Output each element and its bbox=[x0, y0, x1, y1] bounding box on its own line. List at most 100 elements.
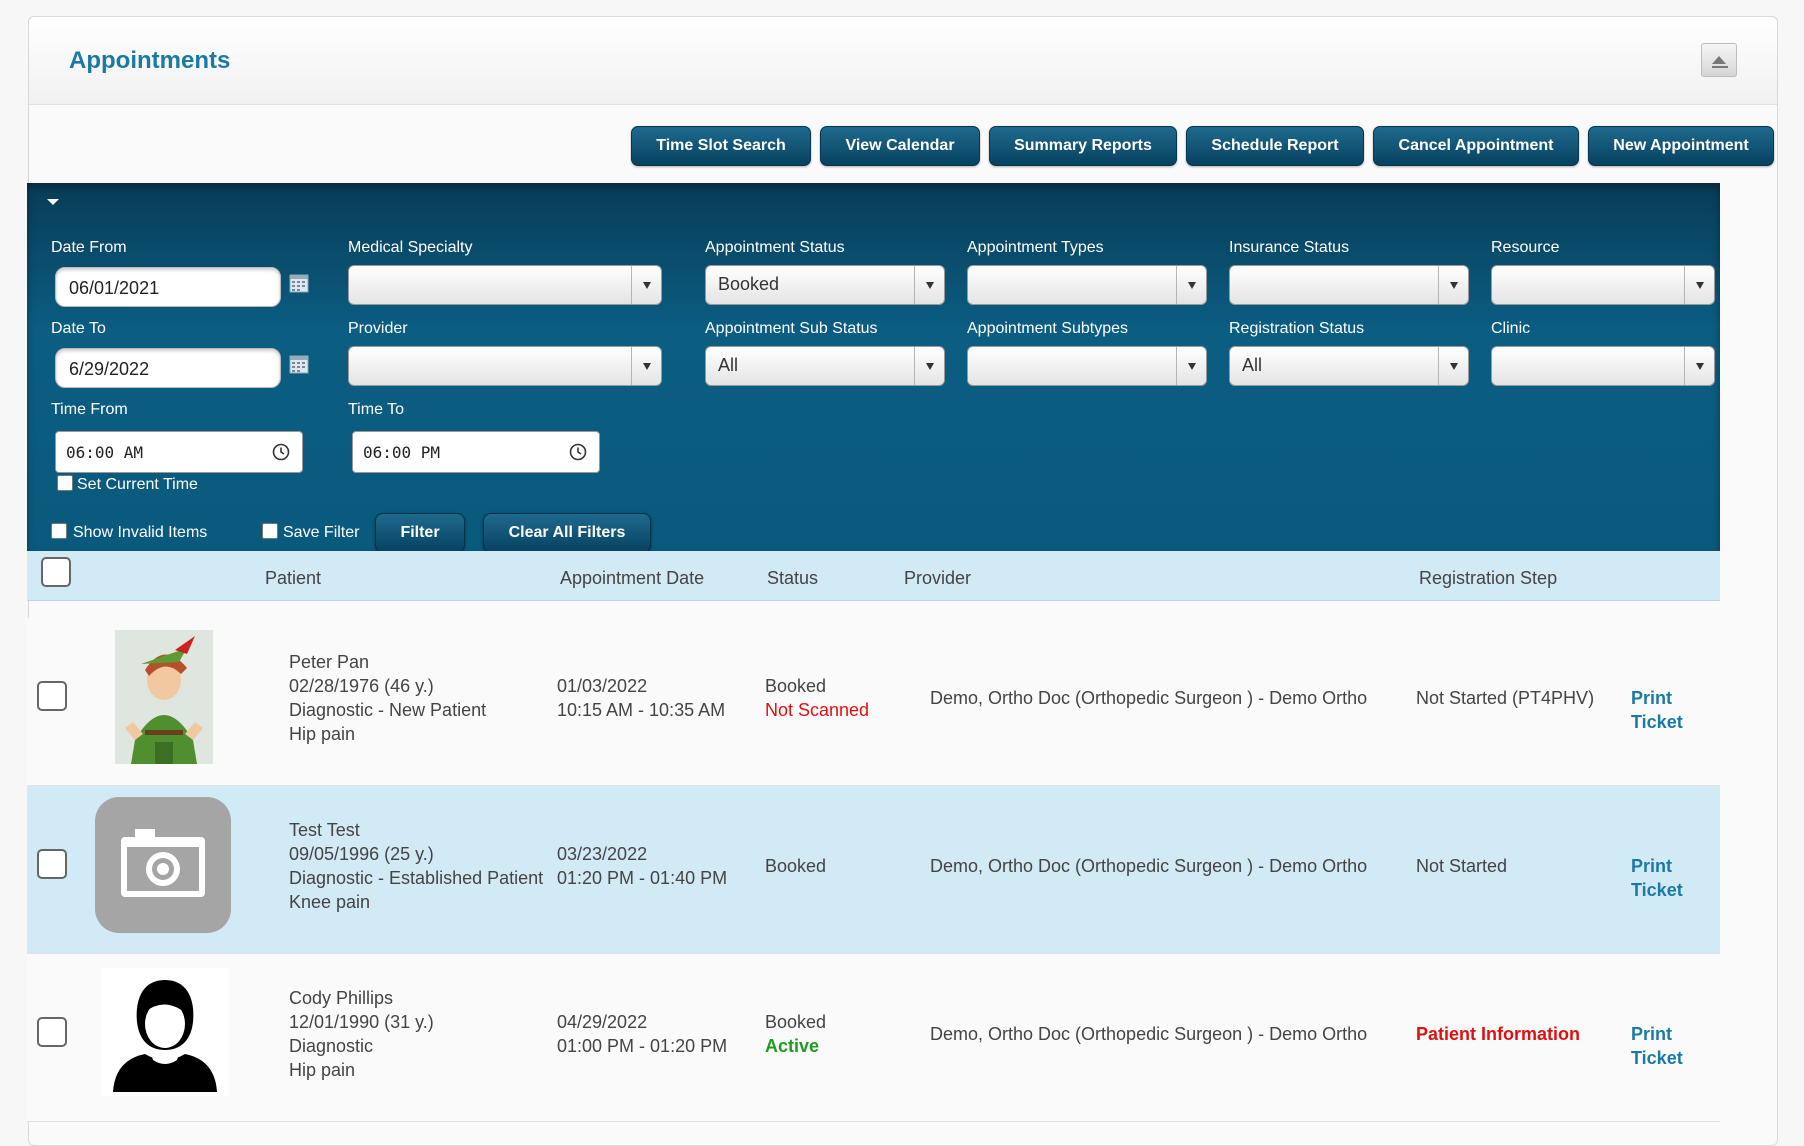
header-appointment-date[interactable]: Appointment Date bbox=[560, 568, 704, 589]
sub-status: Active bbox=[765, 1036, 820, 1056]
print-ticket-link[interactable]: Print Ticket bbox=[1631, 854, 1720, 902]
patient-info: Cody Phillips 12/01/1990 (31 y.) Diagnos… bbox=[289, 986, 434, 1082]
chevron-down-icon bbox=[642, 281, 651, 289]
appointment-sub-status-label: Appointment Sub Status bbox=[705, 320, 878, 337]
insurance-status-select[interactable] bbox=[1229, 265, 1469, 305]
summary-reports-button[interactable]: Summary Reports bbox=[989, 126, 1177, 166]
cancel-appointment-button[interactable]: Cancel Appointment bbox=[1373, 126, 1579, 166]
chevron-down-icon bbox=[1695, 281, 1704, 289]
patient-name[interactable]: Cody Phillips bbox=[289, 986, 434, 1010]
appointment-sub-status-select[interactable]: All bbox=[705, 346, 945, 386]
appointment-status: Booked bbox=[765, 856, 827, 876]
resource-select[interactable] bbox=[1491, 265, 1715, 305]
appointment-status: Booked Not Scanned bbox=[765, 676, 870, 720]
appointment-reason: Hip pain bbox=[289, 724, 356, 744]
appointment-type: Diagnostic bbox=[289, 1036, 374, 1056]
print-ticket-link[interactable]: Print Ticket bbox=[1631, 686, 1720, 734]
panel-header: Appointments bbox=[29, 17, 1777, 105]
table-row[interactable]: Peter Pan 02/28/1976 (46 y.) Diagnostic … bbox=[27, 618, 1720, 786]
time-slot-search-button[interactable]: Time Slot Search bbox=[631, 126, 811, 166]
calendar-icon[interactable] bbox=[289, 354, 309, 374]
header-provider[interactable]: Provider bbox=[904, 568, 971, 589]
grid-header: Patient Appointment Date Status Provider… bbox=[27, 551, 1720, 601]
row-checkbox[interactable] bbox=[37, 681, 67, 711]
date-from-label: Date From bbox=[51, 239, 127, 256]
new-appointment-button[interactable]: New Appointment bbox=[1588, 126, 1774, 166]
row-checkbox[interactable] bbox=[37, 1017, 67, 1047]
registration-status-label: Registration Status bbox=[1229, 320, 1365, 337]
table-row[interactable]: Cody Phillips 12/01/1990 (31 y.) Diagnos… bbox=[27, 954, 1720, 1122]
header-patient[interactable]: Patient bbox=[265, 568, 321, 589]
collapse-button[interactable] bbox=[1701, 43, 1737, 77]
clinic-select[interactable] bbox=[1491, 346, 1715, 386]
set-current-time-checkbox[interactable] bbox=[57, 475, 73, 491]
appointment-subtypes-select[interactable] bbox=[967, 346, 1207, 386]
registration-status-select[interactable]: All bbox=[1229, 346, 1469, 386]
patient-info: Test Test 09/05/1996 (25 y.) Diagnostic … bbox=[289, 818, 543, 914]
patient-photo bbox=[115, 630, 213, 764]
clock-icon[interactable] bbox=[569, 443, 587, 461]
time-to-label: Time To bbox=[348, 401, 405, 418]
chevron-down-icon bbox=[642, 362, 651, 370]
print-ticket-link[interactable]: Print Ticket bbox=[1631, 1022, 1720, 1070]
camera-placeholder-icon bbox=[95, 797, 231, 933]
appointment-datetime: 03/23/2022 01:20 PM - 01:40 PM bbox=[557, 844, 728, 888]
appointment-status-select[interactable]: Booked bbox=[705, 265, 945, 305]
page-title: Appointments bbox=[69, 47, 231, 74]
clinic-label: Clinic bbox=[1491, 320, 1531, 337]
resource-label: Resource bbox=[1491, 239, 1560, 256]
registration-step: Not Started (PT4PHV) bbox=[1416, 688, 1595, 708]
calendar-icon[interactable] bbox=[289, 273, 309, 293]
filter-button[interactable]: Filter bbox=[375, 513, 465, 553]
toolbar: Time Slot Search View Calendar Summary R… bbox=[631, 126, 1774, 166]
save-filter-checkbox[interactable] bbox=[262, 523, 278, 539]
time-from-input[interactable]: 06:00 AM bbox=[55, 431, 303, 473]
table-row[interactable]: Test Test 09/05/1996 (25 y.) Diagnostic … bbox=[27, 786, 1720, 954]
provider-label: Provider bbox=[348, 320, 408, 337]
date-to-input[interactable]: 6/29/2022 bbox=[55, 348, 281, 388]
filter-toggle-icon[interactable] bbox=[47, 199, 59, 205]
appointment-type: Diagnostic - Established Patient bbox=[289, 868, 544, 888]
provider-select[interactable] bbox=[348, 346, 662, 386]
appointment-status: Booked Active bbox=[765, 1012, 827, 1056]
chevron-down-icon bbox=[1695, 362, 1704, 370]
header-registration-step[interactable]: Registration Step bbox=[1419, 568, 1557, 589]
insurance-status-label: Insurance Status bbox=[1229, 239, 1350, 256]
schedule-report-button[interactable]: Schedule Report bbox=[1186, 126, 1364, 166]
provider-name: Demo, Ortho Doc (Orthopedic Surgeon ) - … bbox=[930, 1024, 1368, 1044]
appointment-reason: Hip pain bbox=[289, 1060, 356, 1080]
chevron-down-icon bbox=[1187, 281, 1196, 289]
view-calendar-button[interactable]: View Calendar bbox=[820, 126, 980, 166]
appointment-datetime: 04/29/2022 01:00 PM - 01:20 PM bbox=[557, 1012, 728, 1056]
save-filter-label: Save Filter bbox=[283, 524, 360, 541]
collapse-up-icon bbox=[1712, 56, 1726, 64]
provider-name: Demo, Ortho Doc (Orthopedic Surgeon ) - … bbox=[930, 688, 1368, 708]
chevron-down-icon bbox=[1449, 362, 1458, 370]
time-from-label: Time From bbox=[51, 401, 128, 418]
medical-specialty-select[interactable] bbox=[348, 265, 662, 305]
date-from-input[interactable]: 06/01/2021 bbox=[55, 267, 281, 307]
patient-dob: 09/05/1996 (25 y.) bbox=[289, 844, 434, 864]
person-placeholder-icon bbox=[101, 968, 229, 1096]
header-status[interactable]: Status bbox=[767, 568, 818, 589]
row-checkbox[interactable] bbox=[37, 849, 67, 879]
clock-icon[interactable] bbox=[272, 443, 290, 461]
patient-name[interactable]: Test Test bbox=[289, 818, 543, 842]
registration-step[interactable]: Patient Information bbox=[1416, 1022, 1580, 1046]
time-to-input[interactable]: 06:00 PM bbox=[352, 431, 600, 473]
select-all-checkbox[interactable] bbox=[41, 557, 71, 587]
clear-all-filters-button[interactable]: Clear All Filters bbox=[483, 513, 651, 553]
appointment-reason: Knee pain bbox=[289, 892, 371, 912]
chevron-down-icon bbox=[1449, 281, 1458, 289]
registration-step: Not Started bbox=[1416, 856, 1508, 876]
appointment-types-select[interactable] bbox=[967, 265, 1207, 305]
provider-name: Demo, Ortho Doc (Orthopedic Surgeon ) - … bbox=[930, 856, 1368, 876]
filter-panel: Date From 06/01/2021 Date To 6/29/2022 T… bbox=[27, 183, 1720, 553]
show-invalid-checkbox[interactable] bbox=[51, 523, 67, 539]
chevron-down-icon bbox=[925, 281, 934, 289]
show-invalid-label: Show Invalid Items bbox=[73, 524, 208, 541]
appointment-types-label: Appointment Types bbox=[967, 239, 1104, 256]
date-to-label: Date To bbox=[51, 320, 106, 337]
patient-name[interactable]: Peter Pan bbox=[289, 650, 486, 674]
sub-status: Not Scanned bbox=[765, 700, 870, 720]
